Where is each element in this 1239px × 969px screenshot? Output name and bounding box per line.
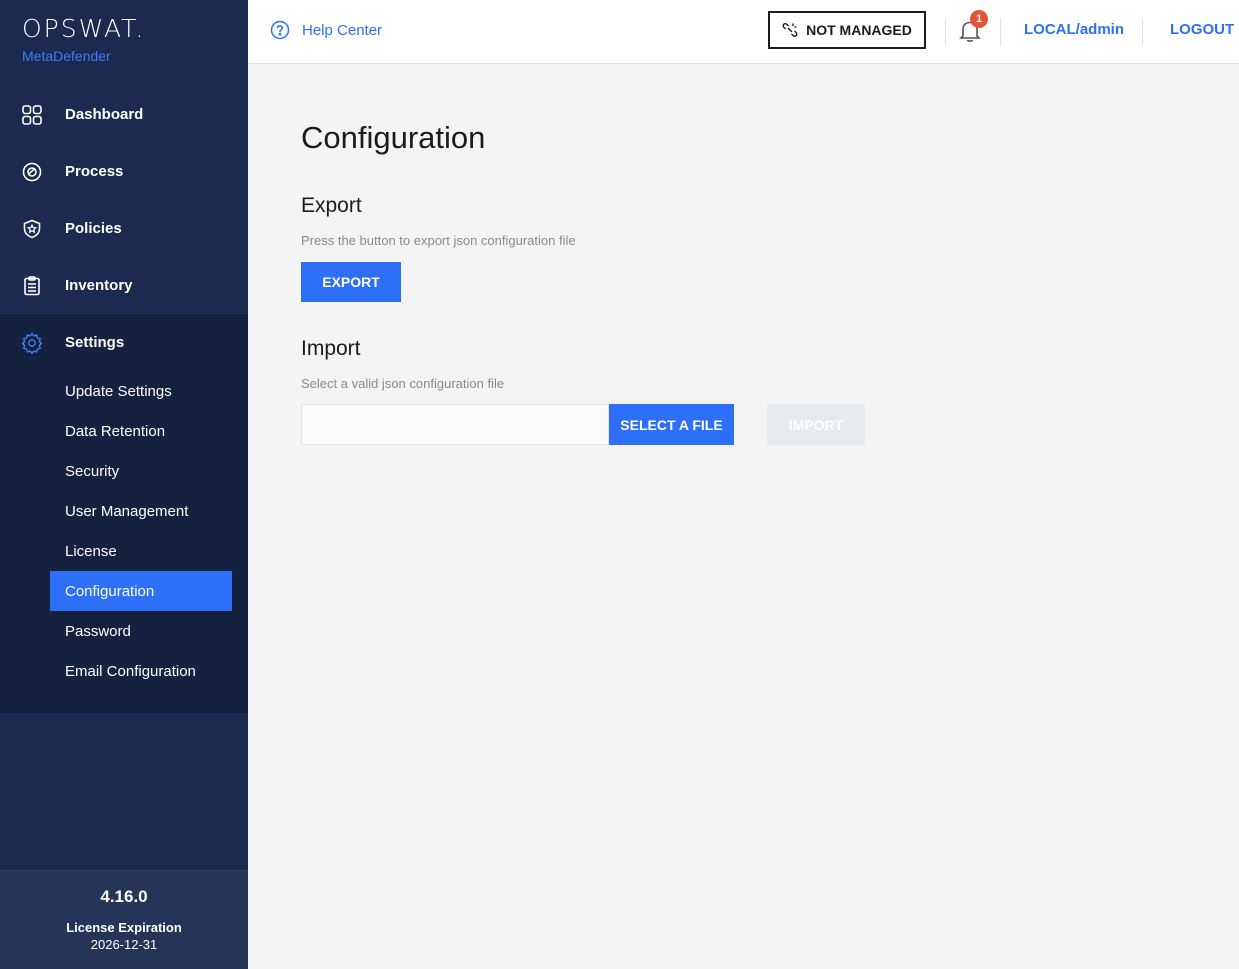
nav-item-label: Settings (65, 334, 125, 351)
nav-item-label: Policies (65, 220, 122, 237)
nav-item-policies[interactable]: Policies (0, 200, 248, 257)
brand-logo: OPSWAT. (22, 14, 146, 43)
main-nav: Dashboard Process Policies Inventory Set… (0, 86, 248, 713)
brand: OPSWAT. MetaDefender (22, 14, 145, 64)
notifications-button[interactable]: 1 (958, 10, 988, 44)
nav-item-label: Dashboard (65, 106, 144, 123)
submenu-item-email-configuration[interactable]: Email Configuration (0, 651, 248, 691)
gear-icon (20, 331, 44, 355)
top-bar: Help Center NOT MANAGED 1 LOCAL/admin LO… (248, 0, 1239, 64)
help-center-link[interactable]: Help Center (270, 20, 382, 40)
submenu-item-license[interactable]: License (0, 531, 248, 571)
divider (945, 18, 946, 46)
help-center-label: Help Center (302, 21, 383, 39)
divider (1000, 18, 1001, 46)
submenu-item-security[interactable]: Security (0, 451, 248, 491)
import-hint: Select a valid json configuration file (301, 376, 505, 391)
user-menu[interactable]: LOCAL/admin (1024, 21, 1124, 38)
management-status-button[interactable]: NOT MANAGED (768, 11, 926, 49)
nav-item-label: Inventory (65, 277, 133, 294)
license-expiration-label: License Expiration (66, 920, 182, 935)
nav-item-process[interactable]: Process (0, 143, 248, 200)
export-button[interactable]: EXPORT (301, 262, 401, 302)
submenu-item-update-settings[interactable]: Update Settings (0, 371, 248, 411)
inventory-icon (20, 274, 44, 298)
logout-button[interactable]: LOGOUT (1170, 21, 1234, 38)
submenu-item-data-retention[interactable]: Data Retention (0, 411, 248, 451)
settings-submenu: Update Settings Data Retention Security … (0, 371, 248, 691)
product-name: MetaDefender (22, 48, 111, 64)
submenu-item-password[interactable]: Password (0, 611, 248, 651)
nav-item-dashboard[interactable]: Dashboard (0, 86, 248, 143)
sidebar-footer: 4.16.0 License Expiration 2026-12-31 (0, 870, 248, 969)
submenu-item-configuration[interactable]: Configuration (50, 571, 232, 611)
select-file-button[interactable]: SELECT A FILE (609, 404, 734, 445)
export-hint: Press the button to export json configur… (301, 233, 576, 248)
page-title: Configuration (301, 120, 486, 155)
settings-section: Settings Update Settings Data Retention … (0, 314, 248, 713)
nav-item-inventory[interactable]: Inventory (0, 257, 248, 314)
import-section-title: Import (301, 337, 361, 360)
import-button[interactable]: IMPORT (767, 404, 865, 445)
submenu-item-user-management[interactable]: User Management (0, 491, 248, 531)
version-number: 4.16.0 (100, 887, 148, 906)
nav-item-label: Process (65, 163, 124, 180)
policies-icon (20, 217, 44, 241)
dashboard-icon (20, 103, 44, 127)
unlink-icon (782, 23, 798, 37)
file-path-field[interactable] (301, 404, 609, 445)
nav-item-settings[interactable]: Settings (0, 314, 248, 371)
notification-count-badge: 1 (970, 10, 988, 28)
process-icon (20, 160, 44, 184)
sidebar: OPSWAT. MetaDefender Dashboard Process P… (0, 0, 248, 969)
help-icon (270, 20, 290, 40)
divider (1142, 18, 1143, 46)
export-section-title: Export (301, 194, 362, 217)
license-expiration-date: 2026-12-31 (90, 937, 158, 952)
management-status-label: NOT MANAGED (806, 22, 912, 38)
